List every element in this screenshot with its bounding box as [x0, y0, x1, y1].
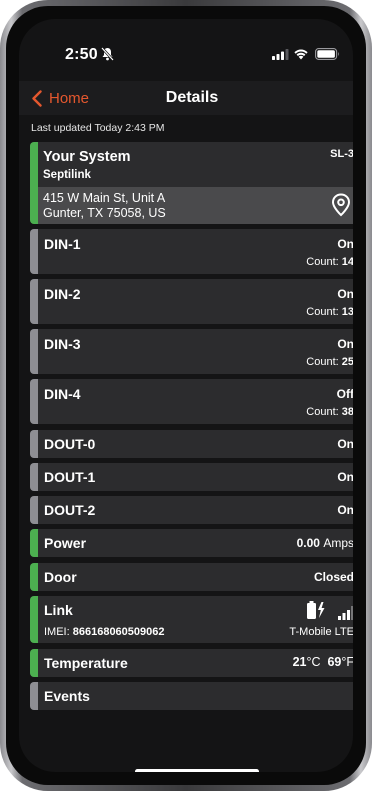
- power-label: Power: [44, 535, 87, 551]
- signal-bars-icon: [338, 606, 353, 620]
- navigation-bar: Home Details: [19, 81, 353, 115]
- dout-state: On: [337, 470, 353, 484]
- din-name: DIN-1: [44, 236, 81, 252]
- bell-slash-icon: [101, 47, 114, 61]
- dout-name: DOUT-1: [44, 469, 96, 485]
- din-card[interactable]: DIN-3 On Count: 25: [30, 329, 353, 374]
- dout-card[interactable]: DOUT-1 On: [30, 463, 353, 491]
- din-count: Count: 14: [306, 256, 353, 268]
- din-state: On: [337, 237, 353, 251]
- home-indicator[interactable]: [135, 769, 259, 772]
- status-bar-indicator: [30, 279, 38, 324]
- system-title: Your System: [43, 149, 131, 165]
- link-label: Link: [44, 602, 73, 618]
- power-value: 0.00 Amps: [296, 536, 353, 550]
- din-count-value: 13: [341, 306, 353, 318]
- din-name: DIN-2: [44, 286, 81, 302]
- status-bar-indicator: [30, 142, 38, 224]
- link-carrier: T-Mobile LTE: [289, 626, 353, 638]
- phone-frame: 2:50 Home Details Last updated Today 2:4…: [0, 0, 372, 791]
- din-count: Count: 38: [306, 406, 353, 418]
- din-state: On: [337, 287, 353, 301]
- link-card[interactable]: Link IMEI: 866168060509062 T-Mobile LTE: [30, 596, 353, 643]
- temperature-card[interactable]: Temperature 21°C 69°F: [30, 649, 353, 677]
- temperature-label: Temperature: [44, 655, 128, 671]
- din-count-value: 38: [341, 406, 353, 418]
- dout-state: On: [337, 503, 353, 517]
- din-name: DIN-3: [44, 336, 81, 352]
- address-line-1: 415 W Main St, Unit A: [43, 191, 166, 205]
- cellular-signal-icon: [272, 49, 289, 60]
- dout-card[interactable]: DOUT-2 On: [30, 496, 353, 524]
- din-state: On: [337, 337, 353, 351]
- system-address-row[interactable]: 415 W Main St, Unit A Gunter, TX 75058, …: [38, 187, 353, 224]
- status-bar-indicator: [30, 682, 38, 710]
- events-card[interactable]: Events: [30, 682, 353, 710]
- temperature-value: 21°C 69°F: [292, 655, 353, 669]
- din-state: Off: [336, 387, 353, 401]
- status-bar-indicator: [30, 463, 38, 491]
- dout-card[interactable]: DOUT-0 On: [30, 430, 353, 458]
- status-bar-indicator: [30, 596, 38, 643]
- status-bar-indicator: [30, 379, 38, 424]
- system-card[interactable]: Your System Septilink SL-3 415 W Main St…: [30, 142, 353, 224]
- screen: 2:50 Home Details Last updated Today 2:4…: [19, 19, 353, 772]
- wifi-icon: [294, 49, 308, 60]
- dout-name: DOUT-0: [44, 436, 96, 452]
- location-pin-icon[interactable]: [331, 193, 351, 217]
- status-bar-indicator: [30, 529, 38, 557]
- temperature-fahrenheit: 69: [327, 655, 342, 669]
- status-time: 2:50: [65, 46, 98, 63]
- din-count: Count: 13: [306, 306, 353, 318]
- door-value: Closed: [313, 570, 353, 584]
- link-imei: IMEI: 866168060509062: [44, 626, 165, 638]
- address-line-2: Gunter, TX 75058, US: [43, 206, 166, 220]
- status-bar-indicator: [30, 496, 38, 524]
- din-count: Count: 25: [306, 356, 353, 368]
- din-count-value: 25: [341, 356, 353, 368]
- dout-state: On: [337, 437, 353, 451]
- din-card[interactable]: DIN-1 On Count: 14: [30, 229, 353, 274]
- status-bar-indicator: [30, 329, 38, 374]
- temperature-celsius: 21: [292, 655, 307, 669]
- events-label: Events: [44, 688, 90, 704]
- status-bar-indicator: [30, 649, 38, 677]
- din-card[interactable]: DIN-2 On Count: 13: [30, 279, 353, 324]
- status-bar-indicator: [30, 229, 38, 274]
- door-label: Door: [44, 569, 77, 585]
- power-card[interactable]: Power 0.00 Amps: [30, 529, 353, 557]
- din-count-value: 14: [341, 256, 353, 268]
- status-bar-indicator: [30, 430, 38, 458]
- dout-name: DOUT-2: [44, 502, 96, 518]
- battery-icon: [315, 48, 339, 60]
- battery-charging-icon: [307, 601, 325, 619]
- status-bar: 2:50: [19, 19, 353, 81]
- din-card[interactable]: DIN-4 Off Count: 38: [30, 379, 353, 424]
- power-unit: Amps: [323, 536, 353, 550]
- door-card[interactable]: Door Closed: [30, 563, 353, 591]
- system-code: SL-3: [330, 148, 353, 160]
- status-bar-indicator: [30, 563, 38, 591]
- system-brand: Septilink: [43, 169, 91, 181]
- page-title: Details: [165, 89, 219, 106]
- system-header: Your System Septilink SL-3: [38, 142, 353, 187]
- phone-bezel: 2:50 Home Details Last updated Today 2:4…: [6, 6, 366, 785]
- din-name: DIN-4: [44, 386, 81, 402]
- last-updated-text: Last updated Today 2:43 PM: [31, 122, 165, 134]
